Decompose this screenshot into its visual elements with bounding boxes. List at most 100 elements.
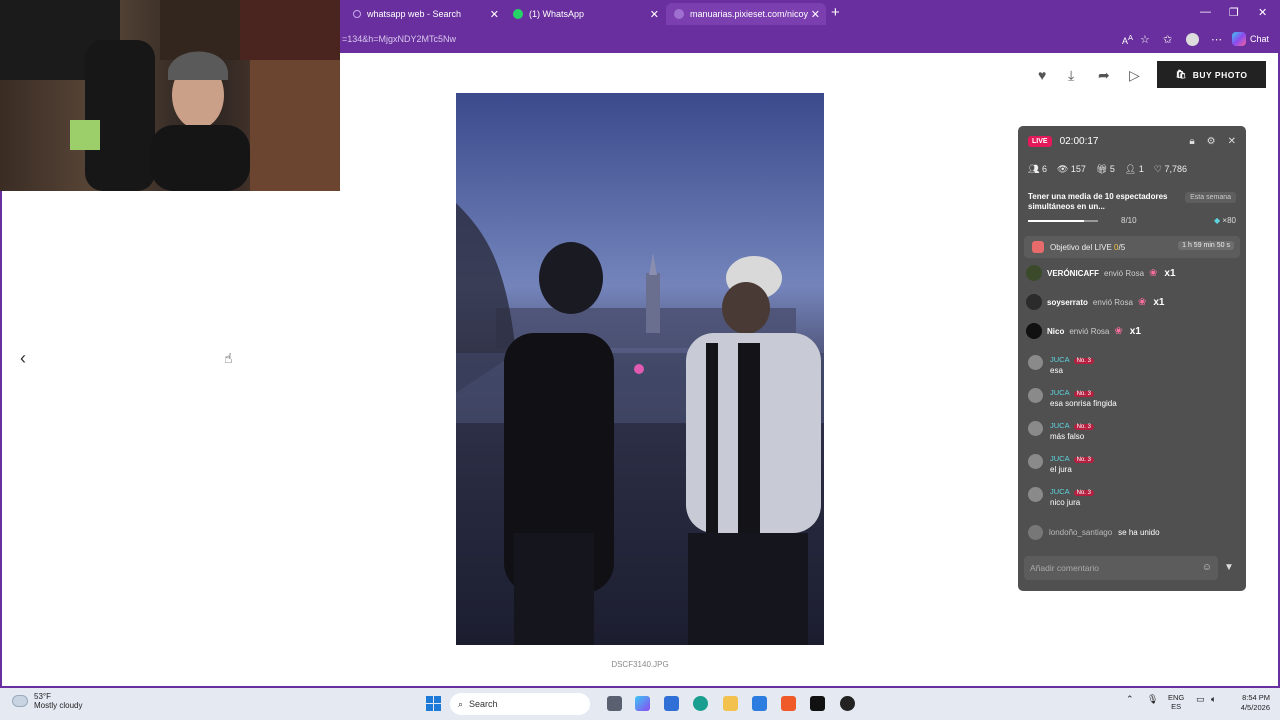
more-menu-icon[interactable]: ⋯ xyxy=(1211,33,1222,46)
shopping-bag-icon: 🛍 xyxy=(1175,69,1187,79)
hand-cursor-icon: ☝ xyxy=(224,350,233,366)
tab-pixieset[interactable]: manuarias.pixieset.com/nicoysantiago ✕ xyxy=(666,3,826,25)
goal-progress-fill xyxy=(1028,220,1084,222)
heart-icon[interactable]: ♥ xyxy=(1038,67,1046,83)
stat-likes: ♡ 7,786 xyxy=(1153,164,1188,174)
rose-icon: ❀ xyxy=(1149,267,1158,279)
settings-icon[interactable]: ⚙ xyxy=(1207,136,1216,147)
window-close-button[interactable]: ✕ xyxy=(1258,6,1267,19)
previous-photo-arrow-icon[interactable]: ‹ xyxy=(20,348,26,369)
network-icon[interactable]: ▭ xyxy=(1196,694,1205,705)
microphone-icon[interactable]: 🎙︎ xyxy=(1147,694,1158,705)
emoji-icon[interactable]: ☺ xyxy=(1202,562,1212,573)
live-stream-panel: LIVE 02:00:17 🔒︎ ⚙ ✕ 👥︎ 6 👁︎ 157 🎁︎ 5 👤︎… xyxy=(1018,126,1246,591)
goal-period: Esta semana xyxy=(1185,192,1236,203)
avatar xyxy=(1026,294,1042,310)
close-icon[interactable]: ✕ xyxy=(650,8,659,21)
webcam-scene xyxy=(0,0,340,191)
diamond-icon: ◆ xyxy=(1214,216,1221,225)
rose-icon: ❀ xyxy=(1137,296,1147,308)
taskbar: 53°F Mostly cloudy ⌕ Search ⌃ 🎙︎ ENG ES … xyxy=(0,688,1280,720)
comment-input[interactable]: Añadir comentario ☺ xyxy=(1024,556,1218,580)
close-icon[interactable]: ✕ xyxy=(490,8,499,21)
photo-filename: DSCF3140.JPG xyxy=(611,660,669,669)
file-explorer-icon[interactable] xyxy=(723,696,738,711)
rose-icon: ❀ xyxy=(1114,325,1123,337)
close-icon[interactable]: ✕ xyxy=(1228,136,1236,147)
live-objective[interactable]: Objetivo del LIVE 0/5 1 h 59 min 50 s xyxy=(1024,236,1240,258)
avatar xyxy=(1028,487,1043,502)
lock-icon[interactable]: 🔒︎ xyxy=(1189,136,1194,147)
live-stats: 👥︎ 6 👁︎ 157 🎁︎ 5 👤︎ 1 ♡ 7,786 xyxy=(1028,164,1187,175)
language-indicator[interactable]: ENG ES xyxy=(1168,693,1184,711)
tab-search[interactable]: whatsapp web - Search ✕ xyxy=(345,3,505,25)
profile-avatar[interactable] xyxy=(1186,33,1199,46)
cloud-icon xyxy=(12,695,28,707)
gift-icon: 🎁︎ xyxy=(1095,164,1108,174)
mail-icon[interactable] xyxy=(752,696,767,711)
eye-icon: 👁︎ xyxy=(1056,164,1069,174)
minimize-button[interactable]: — xyxy=(1200,6,1211,18)
join-notification: londoño_santiago se ha unido xyxy=(1028,525,1160,540)
tab-whatsapp[interactable]: (1) WhatsApp ✕ xyxy=(505,3,665,25)
brave-icon[interactable] xyxy=(781,696,796,711)
search-icon: ⌕ xyxy=(458,698,464,709)
close-icon[interactable]: ✕ xyxy=(811,8,820,21)
favorites-icon[interactable]: ✩ xyxy=(1163,33,1172,46)
copilot-icon[interactable] xyxy=(635,696,650,711)
edge-icon[interactable] xyxy=(693,696,708,711)
read-aloud-icon[interactable]: AA xyxy=(1122,33,1133,46)
avatar xyxy=(1028,525,1043,540)
store-icon[interactable] xyxy=(664,696,679,711)
pixieset-icon xyxy=(674,9,684,19)
buy-photo-button[interactable]: 🛍 BUY PHOTO xyxy=(1157,61,1266,88)
restore-button[interactable]: ❐ xyxy=(1229,6,1239,19)
user-plus-icon: 👤︎ xyxy=(1124,164,1137,174)
send-filter-icon[interactable]: ▼ xyxy=(1224,562,1234,573)
search-icon xyxy=(353,10,361,18)
clock[interactable]: 8:54 PM 4/5/2026 xyxy=(1226,693,1270,713)
heart-icon: ♡ xyxy=(1153,164,1162,174)
new-tab-button[interactable]: + xyxy=(831,5,840,20)
live-badge: LIVE xyxy=(1028,136,1052,147)
avatar xyxy=(1028,454,1043,469)
taskbar-search[interactable]: ⌕ Search xyxy=(450,693,590,715)
obs-icon[interactable] xyxy=(840,696,855,711)
weekly-goal[interactable]: Tener una media de 10 espectadores simul… xyxy=(1028,192,1236,225)
gift-notification: Nico envió Rosa ❀ x1 xyxy=(1026,321,1141,341)
live-header-icons: 🔒︎ ⚙ ✕ xyxy=(1189,136,1236,147)
start-button[interactable] xyxy=(426,696,441,711)
stat-viewers-now: 👥︎ 6 xyxy=(1028,164,1047,174)
webcam-overlay xyxy=(0,0,340,191)
copilot-chat-button[interactable]: Chat xyxy=(1232,32,1269,46)
tray-overflow-icon[interactable]: ⌃ xyxy=(1126,694,1134,705)
live-header: LIVE 02:00:17 xyxy=(1028,136,1099,147)
stat-views: 👁︎ 157 xyxy=(1056,164,1086,174)
play-icon[interactable]: ▷ xyxy=(1129,67,1140,84)
avatar xyxy=(1028,355,1043,370)
tiktok-icon[interactable] xyxy=(810,696,825,711)
photo-scene xyxy=(456,93,824,645)
gift-notification: VERÓNICAFF envió Rosa ❀ x1 xyxy=(1026,263,1176,283)
task-view-icon[interactable] xyxy=(607,696,622,711)
goal-progress-bar xyxy=(1028,220,1098,222)
download-icon[interactable]: ⤓ xyxy=(1068,67,1074,84)
goal-reward: ◆ ×80 xyxy=(1214,216,1236,225)
live-timer: 02:00:17 xyxy=(1059,136,1099,147)
objective-time-left: 1 h 59 min 50 s xyxy=(1178,241,1234,250)
screen: whatsapp web - Search ✕ (1) WhatsApp ✕ m… xyxy=(0,0,1280,720)
whatsapp-icon xyxy=(513,9,523,19)
favorite-star-icon[interactable]: ☆ xyxy=(1140,33,1150,46)
stat-gifts: 🎁︎ 5 xyxy=(1095,164,1115,174)
weather-widget[interactable]: 53°F Mostly cloudy xyxy=(12,692,82,710)
avatar xyxy=(1028,421,1043,436)
goal-text: Tener una media de 10 espectadores simul… xyxy=(1028,192,1168,211)
url-field[interactable]: =134&h=MjgxNDY2MTc5Nw xyxy=(342,34,456,44)
avatar xyxy=(1026,265,1042,281)
users-icon: 👥︎ xyxy=(1028,164,1040,174)
stat-shares: 👤︎ 1 xyxy=(1124,164,1144,174)
gallery-photo[interactable] xyxy=(456,93,824,645)
volume-icon[interactable]: 🔈︎ xyxy=(1211,694,1216,705)
share-icon[interactable]: ➦ xyxy=(1098,67,1110,84)
copilot-icon xyxy=(1232,32,1246,46)
